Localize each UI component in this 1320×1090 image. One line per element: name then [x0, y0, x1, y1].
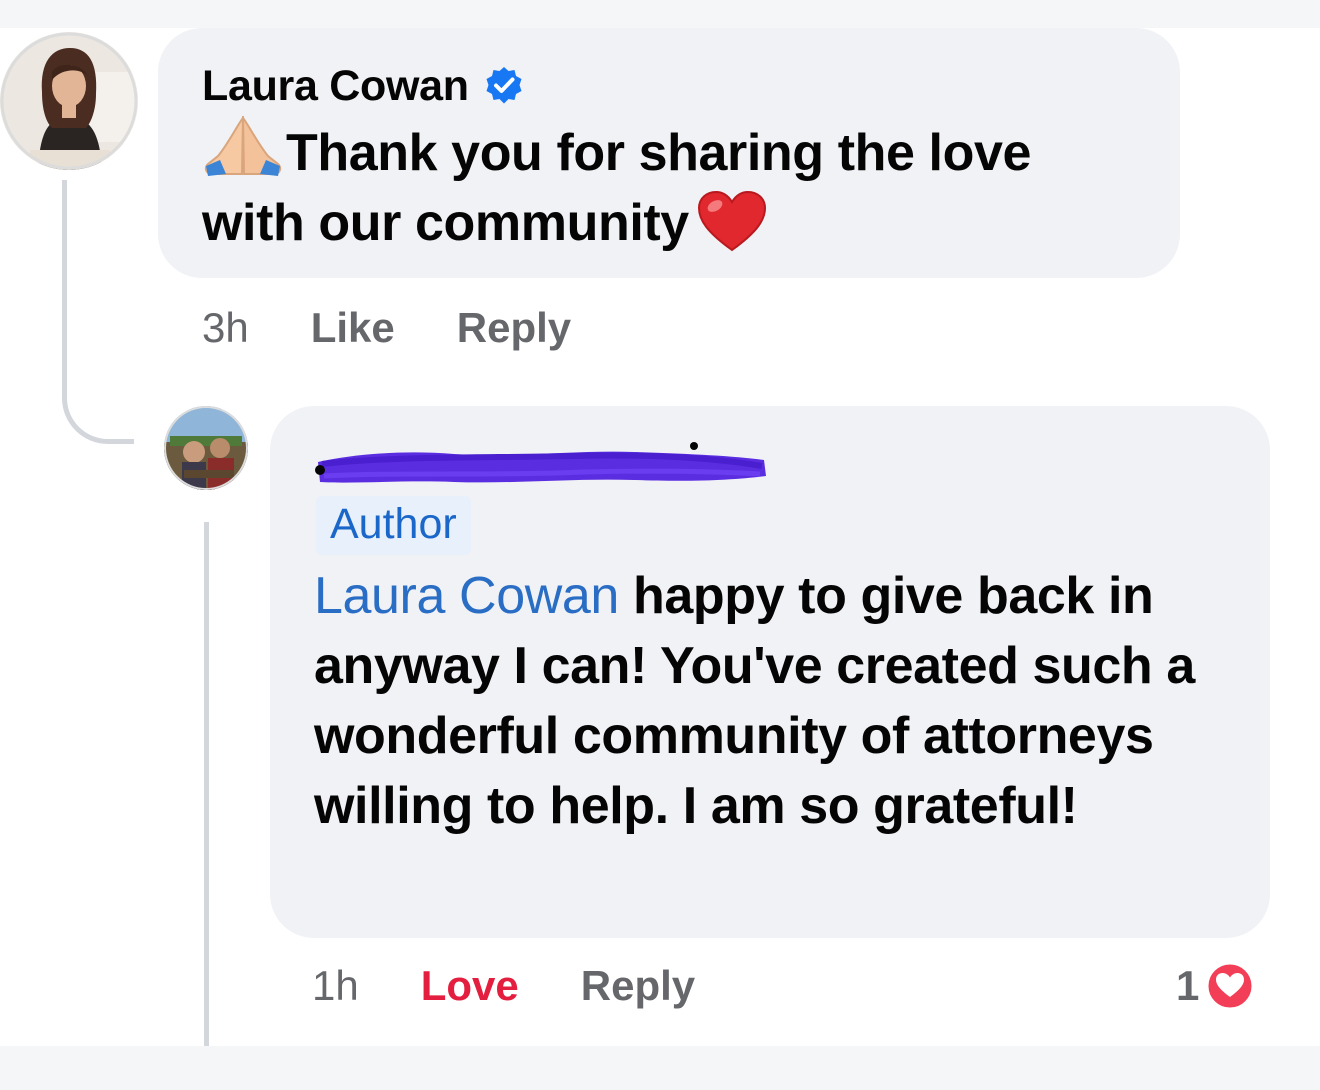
love-reaction-icon [1205, 961, 1255, 1011]
comment-header: Laura Cowan [202, 56, 1140, 116]
reply-button[interactable]: Reply [581, 962, 695, 1010]
comment-text: Thank you for sharing the love with our … [202, 116, 1140, 258]
comment-timestamp[interactable]: 3h [202, 304, 249, 352]
redacted-name [314, 432, 1230, 494]
redaction-scribble-icon [315, 442, 766, 483]
reaction-count: 1 [1176, 962, 1200, 1009]
reaction-summary[interactable]: 1 [1176, 958, 1255, 1014]
commenter-name[interactable]: Laura Cowan [202, 62, 469, 111]
reply-timestamp[interactable]: 1h [312, 962, 359, 1010]
reply-bubble[interactable]: Author Laura Cowan happy to give back in… [270, 406, 1270, 938]
author-badge: Author [316, 496, 471, 555]
avatar[interactable] [0, 32, 138, 170]
thread-connector [204, 522, 209, 1046]
reply-button[interactable]: Reply [457, 304, 571, 352]
thread-connector [62, 180, 134, 444]
folded-hands-icon [204, 116, 282, 176]
love-reaction-button[interactable]: Love [421, 962, 519, 1010]
mention-link[interactable]: Laura Cowan [314, 567, 619, 625]
profile-photo-icon [0, 32, 138, 170]
verified-badge-icon [486, 67, 522, 104]
comment-thread: Laura Cowan Thank you for sharing the lo… [0, 28, 1320, 1046]
avatar[interactable] [164, 406, 248, 490]
reply-actions: 1h Love Reply [312, 958, 757, 1014]
profile-photo-icon [164, 406, 248, 490]
reply-text: Laura Cowan happy to give back in anyway… [314, 561, 1230, 841]
red-heart-icon [697, 190, 766, 252]
like-button[interactable]: Like [311, 304, 395, 352]
comment-bubble[interactable]: Laura Cowan Thank you for sharing the lo… [158, 28, 1180, 278]
comment-body: Thank you for sharing the love with our … [202, 124, 1031, 252]
comment-actions: 3h Like Reply [202, 300, 633, 356]
